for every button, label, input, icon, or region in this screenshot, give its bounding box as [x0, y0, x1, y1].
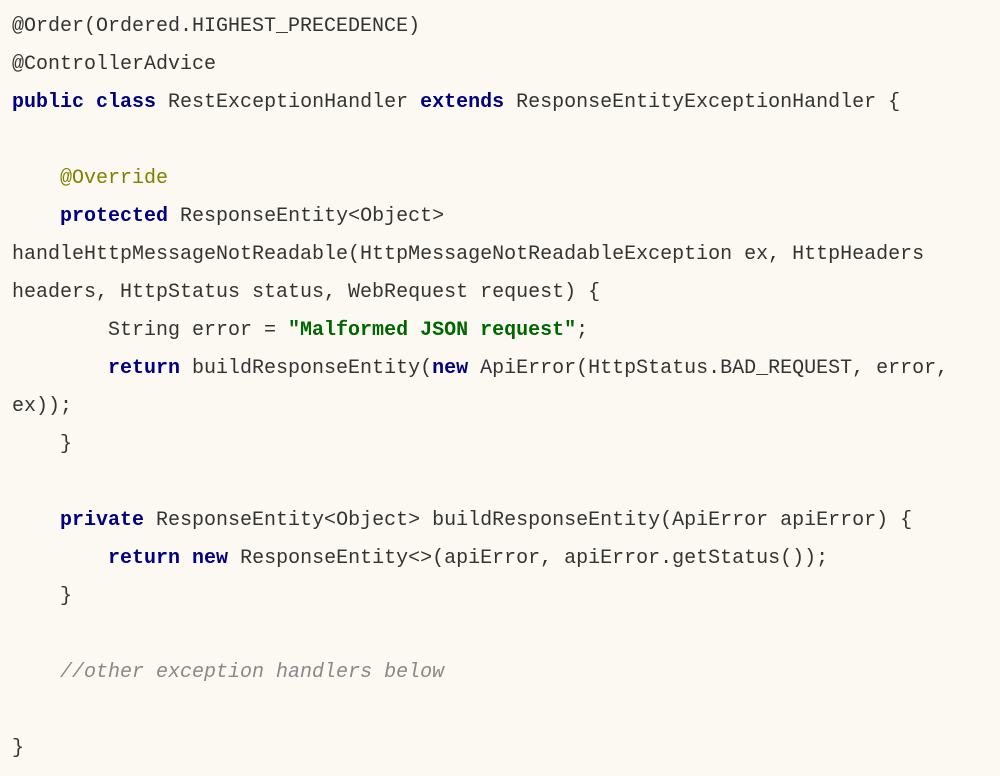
keyword-class: class: [96, 91, 156, 114]
return-prefix: [12, 547, 108, 570]
keyword-new: new: [432, 357, 468, 380]
close-brace: }: [12, 433, 72, 456]
method-signature: ResponseEntity<Object> buildResponseEnti…: [144, 509, 912, 532]
class-name: RestExceptionHandler: [156, 91, 420, 114]
keyword-protected: protected: [60, 205, 168, 228]
space: [180, 547, 192, 570]
close-brace: }: [12, 585, 72, 608]
string-declaration: String error =: [12, 319, 288, 342]
code-block: @Order(Ordered.HIGHEST_PRECEDENCE) @Cont…: [12, 8, 988, 768]
code-line: @Order(Ordered.HIGHEST_PRECEDENCE): [12, 15, 420, 38]
return-statement: buildResponseEntity(: [180, 357, 432, 380]
string-literal: "Malformed JSON request": [288, 319, 576, 342]
annotation-override: @Override: [60, 167, 168, 190]
comment: //other exception handlers below: [60, 661, 444, 684]
semicolon: ;: [576, 319, 588, 342]
keyword-return: return: [108, 547, 180, 570]
new-expression: ResponseEntity<>(apiError, apiError.getS…: [228, 547, 828, 570]
keyword-extends: extends: [420, 91, 504, 114]
close-brace: }: [12, 737, 24, 760]
keyword-new: new: [192, 547, 228, 570]
keyword-public: public: [12, 91, 84, 114]
code-line: @ControllerAdvice: [12, 53, 216, 76]
extends-clause: ResponseEntityExceptionHandler {: [504, 91, 900, 114]
keyword-private: private: [60, 509, 144, 532]
keyword-return: return: [108, 357, 180, 380]
